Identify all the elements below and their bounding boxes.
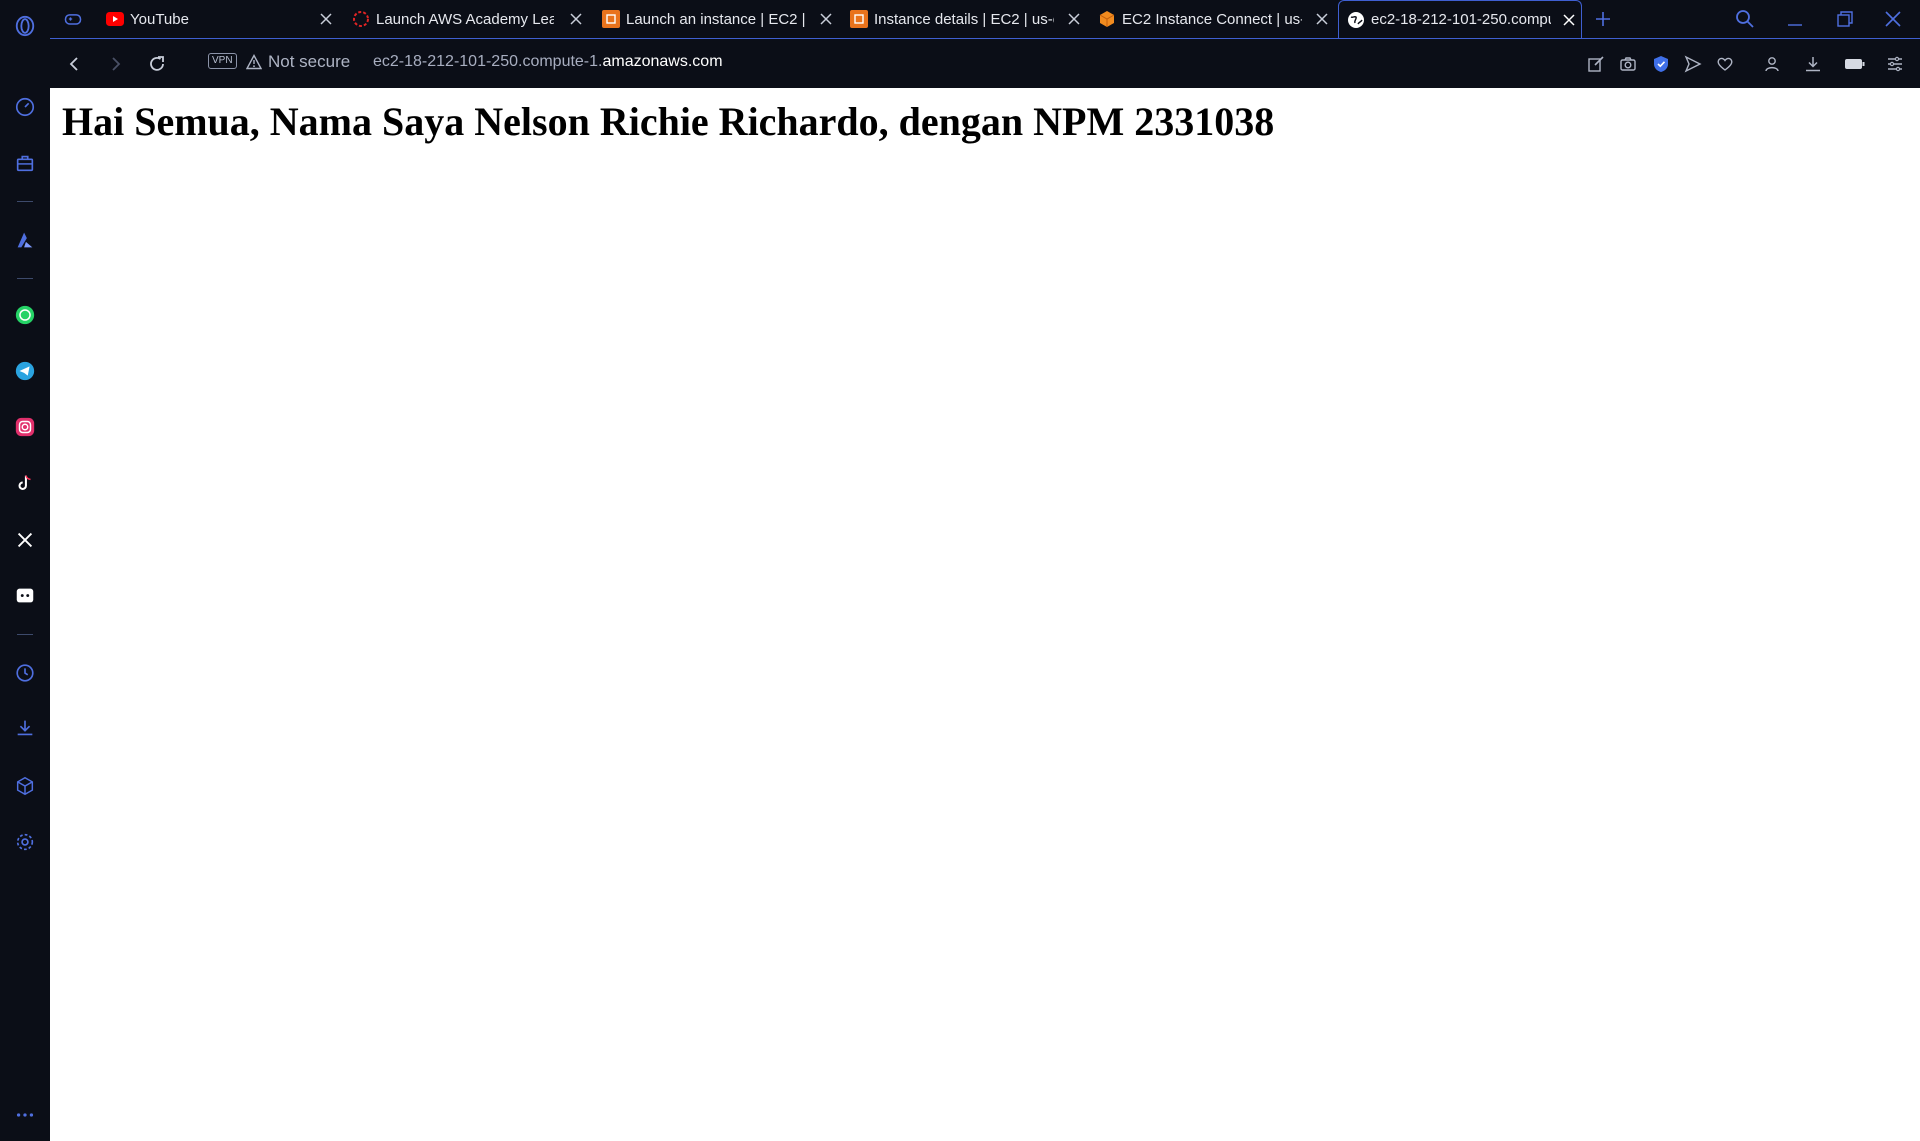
tiktok-icon[interactable] <box>11 469 39 497</box>
url-field[interactable]: ec2-18-212-101-250.compute-1.amazonaws.c… <box>373 53 723 71</box>
battery-saver-icon[interactable] <box>1842 51 1868 77</box>
ec2-icon <box>602 10 620 28</box>
gamepad-icon[interactable] <box>60 6 86 32</box>
bookmark-heart-icon[interactable] <box>1712 51 1738 77</box>
aws-academy-icon <box>352 10 370 28</box>
send-flow-icon[interactable] <box>1680 51 1706 77</box>
tab-close-icon[interactable] <box>318 11 334 27</box>
history-icon[interactable] <box>11 659 39 687</box>
opera-logo-icon[interactable] <box>11 12 39 40</box>
reload-button[interactable] <box>144 51 170 77</box>
tab-youtube[interactable]: YouTube <box>106 0 338 38</box>
telegram-icon[interactable] <box>11 357 39 385</box>
ec2-icon <box>850 10 868 28</box>
easy-setup-sliders-icon[interactable] <box>1882 51 1908 77</box>
tab-close-icon[interactable] <box>1561 12 1577 28</box>
aria-icon[interactable] <box>11 226 39 254</box>
ad-blocker-shield-icon[interactable] <box>1648 51 1674 77</box>
tab-ec2-page-active[interactable]: ec2-18-212-101-250.compu <box>1338 0 1582 38</box>
vpn-badge[interactable]: VPN <box>208 53 237 69</box>
back-button[interactable] <box>62 51 88 77</box>
tab-strip: YouTube Launch AWS Academy Lear Launch a… <box>50 0 1920 38</box>
x-twitter-icon[interactable] <box>11 526 39 554</box>
tab-close-icon[interactable] <box>1314 11 1330 27</box>
security-indicator[interactable]: Not secure <box>246 52 350 72</box>
address-bar: VPN Not secure ec2-18-212-101-250.comput… <box>50 38 1920 88</box>
globe-icon <box>1347 11 1365 29</box>
tab-close-icon[interactable] <box>1066 11 1082 27</box>
easy-setup-edit-icon[interactable] <box>1583 51 1609 77</box>
tab-ec2-instance-connect[interactable]: EC2 Instance Connect | us-e <box>1098 0 1334 38</box>
tab-title: Launch an instance | EC2 | u <box>626 10 806 28</box>
shopping-bag-icon[interactable] <box>11 149 39 177</box>
more-options-icon[interactable] <box>11 1101 39 1129</box>
minimize-icon[interactable] <box>1782 6 1808 32</box>
youtube-icon <box>106 10 124 28</box>
tab-instance-details[interactable]: Instance details | EC2 | us-e <box>850 0 1086 38</box>
warning-triangle-icon <box>246 54 262 70</box>
tab-launch-aws-academy[interactable]: Launch AWS Academy Lear <box>352 0 588 38</box>
url-prefix: ec2-18-212-101-250.compute-1. <box>373 53 603 70</box>
tab-title: Instance details | EC2 | us-e <box>874 10 1054 28</box>
page-heading: Hai Semua, Nama Saya Nelson Richie Richa… <box>62 99 1275 144</box>
page-viewport: Hai Semua, Nama Saya Nelson Richie Richa… <box>50 88 1920 1141</box>
sidebar-separator <box>17 278 33 279</box>
new-tab-icon[interactable] <box>1590 6 1616 32</box>
url-host: amazonaws.com <box>602 53 723 70</box>
settings-gear-icon[interactable] <box>11 828 39 856</box>
download-icon[interactable] <box>1800 51 1826 77</box>
close-window-icon[interactable] <box>1880 6 1906 32</box>
aws-cube-icon <box>1098 10 1116 28</box>
discord-icon[interactable] <box>11 582 39 610</box>
instagram-icon[interactable] <box>11 413 39 441</box>
not-secure-label: Not secure <box>268 52 351 71</box>
sidebar-separator <box>17 201 33 202</box>
tab-close-icon[interactable] <box>818 11 834 27</box>
tab-close-icon[interactable] <box>568 11 584 27</box>
profile-icon[interactable] <box>1759 51 1785 77</box>
tab-title: EC2 Instance Connect | us-e <box>1122 10 1302 28</box>
whatsapp-icon[interactable] <box>11 301 39 329</box>
sidebar <box>0 0 50 1141</box>
tab-title: YouTube <box>130 10 189 28</box>
tab-title: ec2-18-212-101-250.compu <box>1371 11 1551 28</box>
speed-dial-icon[interactable] <box>11 93 39 121</box>
tab-launch-instance[interactable]: Launch an instance | EC2 | u <box>602 0 838 38</box>
forward-button[interactable] <box>102 51 128 77</box>
sidebar-separator <box>17 634 33 635</box>
tab-search-icon[interactable] <box>1732 6 1758 32</box>
snapshot-camera-icon[interactable] <box>1615 51 1641 77</box>
restore-icon[interactable] <box>1832 6 1858 32</box>
tab-title: Launch AWS Academy Lear <box>376 10 554 28</box>
downloads-icon[interactable] <box>11 714 39 742</box>
extensions-icon[interactable] <box>11 772 39 800</box>
